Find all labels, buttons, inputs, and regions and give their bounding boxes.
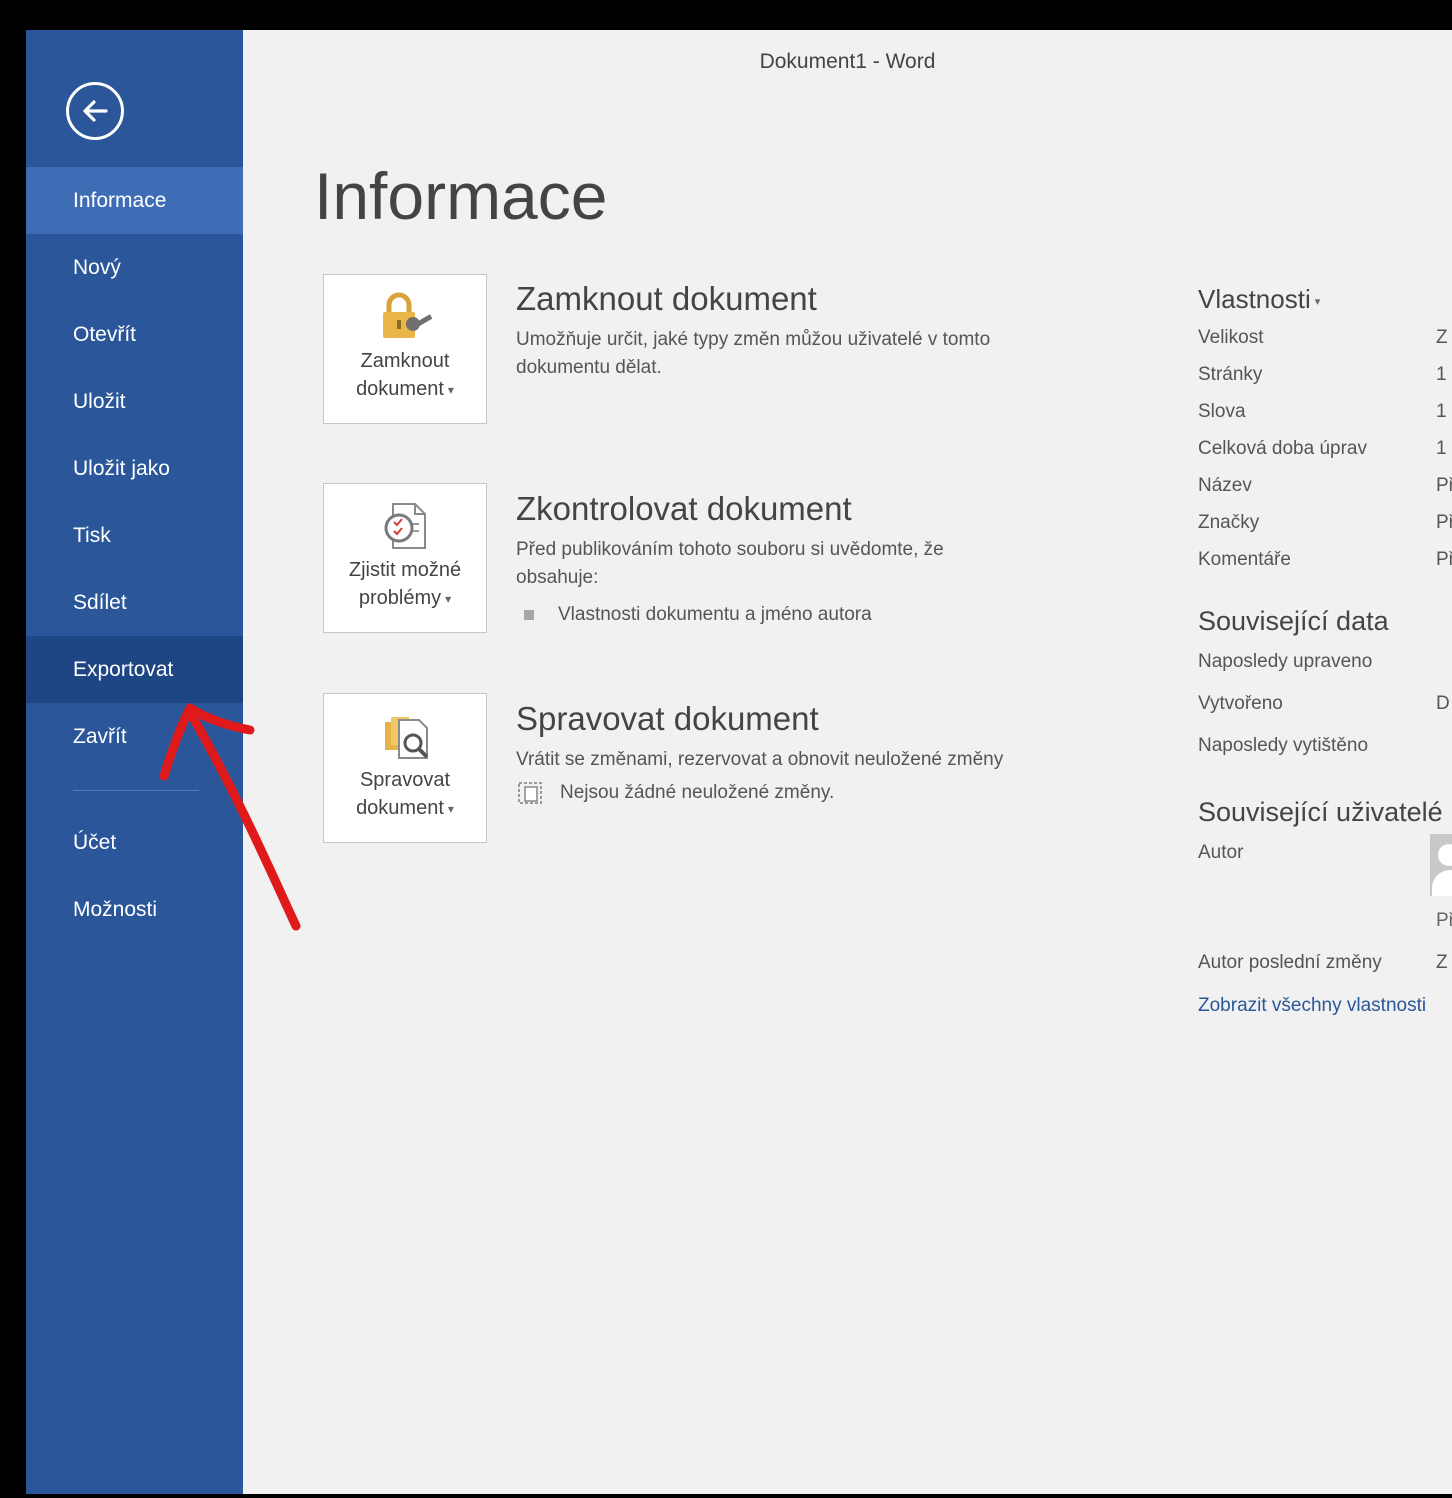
- nav-item-exportovat[interactable]: Exportovat: [26, 636, 243, 703]
- tile-label-line1: Spravovat: [359, 769, 451, 791]
- prop-label: Velikost: [1198, 327, 1264, 348]
- tile-label-line2: dokument: [356, 378, 444, 400]
- related-people-heading: Související uživatelé: [1198, 797, 1443, 827]
- dropdown-caret-icon: ▾: [1314, 295, 1321, 308]
- prop-label: Komentáře: [1198, 549, 1291, 570]
- related-dates-heading: Související data: [1198, 606, 1389, 636]
- bullet-text: Vlastnosti dokumentu a jméno autora: [558, 604, 872, 625]
- nav-separator: [73, 790, 199, 791]
- section-title: Spravovat dokument: [516, 700, 819, 737]
- prop-row-pages: Stránky 1: [1198, 364, 1452, 401]
- prop-label: Vytvořeno: [1198, 693, 1283, 714]
- section-bullet: Nejsou žádné neuložené změny.: [516, 780, 1136, 806]
- prop-label: Autor: [1198, 842, 1244, 863]
- manage-document-button[interactable]: Spravovat dokument ▾: [323, 693, 487, 843]
- inspect-document-icon: [384, 503, 426, 549]
- prop-value: 1: [1436, 364, 1447, 385]
- nav-item-zavrit[interactable]: Zavřít: [26, 703, 243, 770]
- protect-document-button[interactable]: Zamknout dokument ▾: [323, 274, 487, 424]
- page-title: Informace: [314, 159, 608, 233]
- section-protect: Zamknout dokument Umožňuje určit, jaké t…: [516, 280, 1136, 382]
- section-description: Umožňuje určit, jaké typy změn můžou uži…: [516, 329, 991, 378]
- author-row: Autor Př: [1198, 834, 1452, 952]
- prop-value-comments-input[interactable]: Př: [1436, 549, 1452, 571]
- section-manage: Spravovat dokument Vrátit se změnami, re…: [516, 700, 1136, 806]
- nav-item-otevrit[interactable]: Otevřít: [26, 301, 243, 368]
- bullet-text: Nejsou žádné neuložené změny.: [560, 782, 835, 803]
- back-arrow-icon: [83, 100, 108, 122]
- prop-row-title: Název Př: [1198, 475, 1452, 512]
- lock-key-icon: [383, 292, 433, 338]
- properties-dropdown[interactable]: Vlastnosti ▾: [1198, 284, 1452, 315]
- show-all-properties-link[interactable]: Zobrazit všechny vlastnosti: [1198, 995, 1452, 1017]
- prop-value: Z: [1436, 327, 1448, 348]
- word-backstage-window: Informace Nový Otevřít Uložit Uložit jak…: [26, 30, 1452, 1494]
- prop-row-last-modified: Naposledy upraveno: [1198, 651, 1452, 693]
- dropdown-caret-icon: ▾: [445, 591, 452, 606]
- check-for-issues-button[interactable]: Zjistit možné problémy ▾: [323, 483, 487, 633]
- nav-item-sdilet[interactable]: Sdílet: [26, 569, 243, 636]
- nav-item-novy[interactable]: Nový: [26, 234, 243, 301]
- tile-label-line1: Zamknout: [360, 350, 450, 372]
- prop-label: Naposledy vytištěno: [1198, 735, 1369, 756]
- dropdown-caret-icon: ▾: [447, 801, 454, 816]
- tile-label-line2: problémy: [358, 587, 442, 609]
- tile-label-line2: dokument: [356, 797, 444, 819]
- nav-item-ulozit-jako[interactable]: Uložit jako: [26, 435, 243, 502]
- section-bullet: Vlastnosti dokumentu a jméno autora: [516, 604, 1136, 626]
- section-description: Vrátit se změnami, rezervovat a obnovit …: [516, 749, 1004, 770]
- nav-item-informace[interactable]: Informace: [26, 167, 243, 234]
- prop-label: Naposledy upraveno: [1198, 651, 1373, 672]
- prop-row-words: Slova 1: [1198, 401, 1452, 438]
- prop-value: Z: [1436, 952, 1448, 973]
- prop-value-tags-input[interactable]: Př: [1436, 512, 1452, 534]
- nav-item-moznosti[interactable]: Možnosti: [26, 876, 243, 943]
- properties-panel: Vlastnosti ▾ Velikost Z Stránky 1 Slova 1 Ce…: [1198, 284, 1452, 1017]
- nav-item-tisk[interactable]: Tisk: [26, 502, 243, 569]
- add-author-input[interactable]: Př: [1436, 910, 1452, 932]
- nav-item-ulozit[interactable]: Uložit: [26, 368, 243, 435]
- prop-row-created: Vytvořeno D: [1198, 693, 1452, 735]
- bullet-square-icon: [524, 610, 534, 620]
- prop-label: Autor poslední změny: [1198, 952, 1382, 973]
- back-button[interactable]: [66, 82, 124, 140]
- section-title: Zamknout dokument: [516, 280, 817, 317]
- backstage-nav: Informace Nový Otevřít Uložit Uložit jak…: [26, 167, 243, 943]
- prop-row-last-modified-by: Autor poslední změny Z: [1198, 952, 1452, 989]
- prop-value: D: [1436, 693, 1450, 714]
- prop-row-comments: Komentáře Př: [1198, 549, 1452, 586]
- prop-value: 1: [1436, 401, 1447, 422]
- prop-row-tags: Značky Př: [1198, 512, 1452, 549]
- nav-item-ucet[interactable]: Účet: [26, 809, 243, 876]
- prop-row-editing-time: Celková doba úprav 1: [1198, 438, 1452, 475]
- section-description: Před publikováním tohoto souboru si uvěd…: [516, 539, 944, 588]
- page-icon: [518, 782, 542, 804]
- dropdown-caret-icon: ▾: [447, 382, 454, 397]
- prop-label: Značky: [1198, 512, 1260, 533]
- manage-document-icon: [385, 717, 429, 759]
- prop-label: Název: [1198, 475, 1252, 496]
- tile-label-line1: Zjistit možné: [348, 559, 462, 581]
- section-title: Zkontrolovat dokument: [516, 490, 852, 527]
- prop-row-size: Velikost Z: [1198, 327, 1452, 364]
- properties-heading: Vlastnosti: [1198, 284, 1311, 314]
- prop-value-title-input[interactable]: Př: [1436, 475, 1452, 497]
- prop-row-last-printed: Naposledy vytištěno: [1198, 735, 1452, 777]
- prop-label: Stránky: [1198, 364, 1263, 385]
- avatar[interactable]: [1430, 834, 1452, 896]
- prop-label: Celková doba úprav: [1198, 438, 1367, 459]
- prop-value: 1: [1436, 438, 1447, 459]
- section-inspect: Zkontrolovat dokument Před publikováním …: [516, 490, 1136, 626]
- window-title: Dokument1 - Word: [759, 50, 936, 73]
- backstage-sidebar: Informace Nový Otevřít Uložit Uložit jak…: [26, 30, 243, 1494]
- prop-label: Slova: [1198, 401, 1246, 422]
